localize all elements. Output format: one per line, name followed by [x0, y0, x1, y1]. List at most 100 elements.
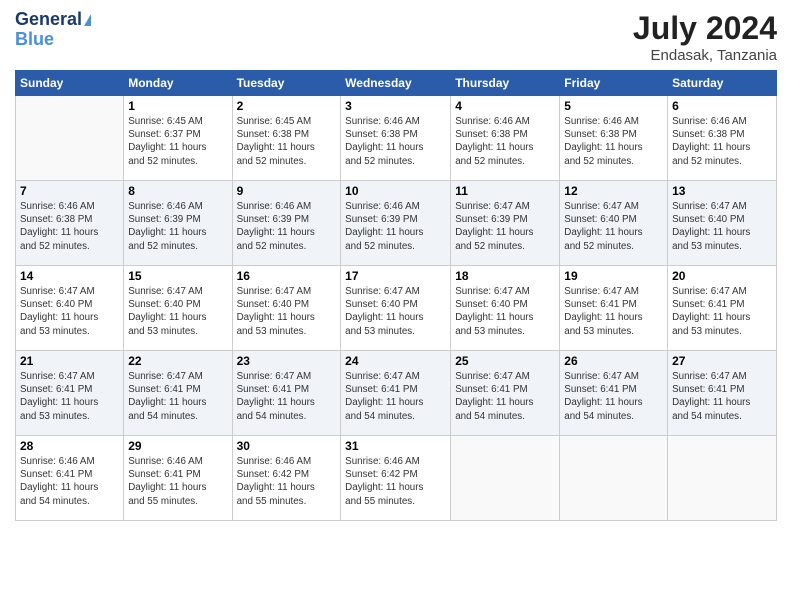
- calendar-cell: 21Sunrise: 6:47 AMSunset: 6:41 PMDayligh…: [16, 351, 124, 436]
- day-info: Sunrise: 6:47 AMSunset: 6:41 PMDaylight:…: [128, 370, 227, 423]
- page-header: General Blue July 2024 Endasak, Tanzania: [15, 10, 777, 64]
- day-info: Sunrise: 6:47 AMSunset: 6:41 PMDaylight:…: [345, 370, 446, 423]
- logo-text-general: General: [15, 10, 82, 30]
- calendar-cell: 31Sunrise: 6:46 AMSunset: 6:42 PMDayligh…: [341, 436, 451, 521]
- calendar-cell: 20 Sunrise: 6:47 AMSunset: 6:41 PMDayligh…: [668, 266, 777, 351]
- day-number: 16: [237, 269, 337, 283]
- calendar-cell: 27 Sunrise: 6:47 AMSunset: 6:41 PMDayligh…: [668, 351, 777, 436]
- day-number: 28: [20, 439, 119, 453]
- day-number: 3: [345, 99, 446, 113]
- calendar-cell: [560, 436, 668, 521]
- calendar-cell: [451, 436, 560, 521]
- calendar-title: July 2024: [633, 10, 777, 47]
- day-number: 18: [455, 269, 555, 283]
- weekday-header-saturday: Saturday: [668, 71, 777, 96]
- day-info: Sunrise: 6:46 AMSunset: 6:39 PMDaylight:…: [128, 200, 227, 253]
- calendar-cell: 3Sunrise: 6:46 AMSunset: 6:38 PMDaylight…: [341, 96, 451, 181]
- day-info: Sunrise: 6:47 AMSunset: 6:41 PMDaylight:…: [564, 285, 663, 338]
- day-number: 10: [345, 184, 446, 198]
- day-info: Sunrise: 6:47 AMSunset: 6:40 PMDaylight:…: [345, 285, 446, 338]
- calendar-cell: 8 Sunrise: 6:46 AMSunset: 6:39 PMDaylight…: [124, 181, 232, 266]
- week-row-3: 14 Sunrise: 6:47 AMSunset: 6:40 PMDayligh…: [16, 266, 777, 351]
- week-row-2: 7Sunrise: 6:46 AMSunset: 6:38 PMDaylight…: [16, 181, 777, 266]
- calendar-cell: 24 Sunrise: 6:47 AMSunset: 6:41 PMDayligh…: [341, 351, 451, 436]
- title-block: July 2024 Endasak, Tanzania: [633, 10, 777, 64]
- day-number: 1: [128, 99, 227, 113]
- day-info: Sunrise: 6:47 AMSunset: 6:40 PMDaylight:…: [672, 200, 772, 253]
- weekday-header-thursday: Thursday: [451, 71, 560, 96]
- day-info: Sunrise: 6:47 AMSunset: 6:40 PMDaylight:…: [128, 285, 227, 338]
- day-info: Sunrise: 6:46 AMSunset: 6:41 PMDaylight:…: [128, 455, 227, 508]
- day-number: 30: [237, 439, 337, 453]
- day-info: Sunrise: 6:46 AMSunset: 6:38 PMDaylight:…: [455, 115, 555, 168]
- weekday-header-friday: Friday: [560, 71, 668, 96]
- calendar-cell: 26Sunrise: 6:47 AMSunset: 6:41 PMDayligh…: [560, 351, 668, 436]
- day-info: Sunrise: 6:47 AMSunset: 6:41 PMDaylight:…: [237, 370, 337, 423]
- logo-triangle-icon: [84, 14, 91, 26]
- day-info: Sunrise: 6:46 AMSunset: 6:39 PMDaylight:…: [345, 200, 446, 253]
- calendar-cell: 23Sunrise: 6:47 AMSunset: 6:41 PMDayligh…: [232, 351, 341, 436]
- day-number: 6: [672, 99, 772, 113]
- day-info: Sunrise: 6:45 AMSunset: 6:37 PMDaylight:…: [128, 115, 227, 168]
- day-number: 9: [237, 184, 337, 198]
- day-number: 20: [672, 269, 772, 283]
- day-info: Sunrise: 6:47 AMSunset: 6:40 PMDaylight:…: [20, 285, 119, 338]
- calendar-table: SundayMondayTuesdayWednesdayThursdayFrid…: [15, 70, 777, 521]
- logo: General Blue: [15, 10, 91, 50]
- day-number: 11: [455, 184, 555, 198]
- calendar-cell: 25Sunrise: 6:47 AMSunset: 6:41 PMDayligh…: [451, 351, 560, 436]
- calendar-cell: 2 Sunrise: 6:45 AMSunset: 6:38 PMDaylight…: [232, 96, 341, 181]
- calendar-cell: 17 Sunrise: 6:47 AMSunset: 6:40 PMDayligh…: [341, 266, 451, 351]
- day-info: Sunrise: 6:45 AMSunset: 6:38 PMDaylight:…: [237, 115, 337, 168]
- day-info: Sunrise: 6:47 AMSunset: 6:41 PMDaylight:…: [672, 285, 772, 338]
- day-number: 8: [128, 184, 227, 198]
- day-info: Sunrise: 6:47 AMSunset: 6:41 PMDaylight:…: [672, 370, 772, 423]
- day-info: Sunrise: 6:46 AMSunset: 6:38 PMDaylight:…: [564, 115, 663, 168]
- day-info: Sunrise: 6:47 AMSunset: 6:40 PMDaylight:…: [455, 285, 555, 338]
- day-info: Sunrise: 6:46 AMSunset: 6:39 PMDaylight:…: [237, 200, 337, 253]
- week-row-5: 28 Sunrise: 6:46 AMSunset: 6:41 PMDayligh…: [16, 436, 777, 521]
- day-number: 7: [20, 184, 119, 198]
- day-number: 2: [237, 99, 337, 113]
- calendar-cell: 9 Sunrise: 6:46 AMSunset: 6:39 PMDaylight…: [232, 181, 341, 266]
- calendar-cell: 11Sunrise: 6:47 AMSunset: 6:39 PMDayligh…: [451, 181, 560, 266]
- calendar-subtitle: Endasak, Tanzania: [633, 47, 777, 64]
- day-number: 27: [672, 354, 772, 368]
- day-info: Sunrise: 6:47 AMSunset: 6:40 PMDaylight:…: [237, 285, 337, 338]
- weekday-header-wednesday: Wednesday: [341, 71, 451, 96]
- day-info: Sunrise: 6:46 AMSunset: 6:42 PMDaylight:…: [237, 455, 337, 508]
- calendar-cell: 7Sunrise: 6:46 AMSunset: 6:38 PMDaylight…: [16, 181, 124, 266]
- calendar-cell: 22Sunrise: 6:47 AMSunset: 6:41 PMDayligh…: [124, 351, 232, 436]
- week-row-1: 1 Sunrise: 6:45 AMSunset: 6:37 PMDaylight…: [16, 96, 777, 181]
- calendar-cell: 5 Sunrise: 6:46 AMSunset: 6:38 PMDaylight…: [560, 96, 668, 181]
- weekday-header-row: SundayMondayTuesdayWednesdayThursdayFrid…: [16, 71, 777, 96]
- day-number: 5: [564, 99, 663, 113]
- calendar-cell: 14 Sunrise: 6:47 AMSunset: 6:40 PMDayligh…: [16, 266, 124, 351]
- calendar-cell: [16, 96, 124, 181]
- day-number: 15: [128, 269, 227, 283]
- day-number: 14: [20, 269, 119, 283]
- day-info: Sunrise: 6:47 AMSunset: 6:40 PMDaylight:…: [564, 200, 663, 253]
- day-number: 12: [564, 184, 663, 198]
- calendar-page: General Blue July 2024 Endasak, Tanzania…: [0, 0, 792, 612]
- day-number: 13: [672, 184, 772, 198]
- calendar-cell: 29Sunrise: 6:46 AMSunset: 6:41 PMDayligh…: [124, 436, 232, 521]
- calendar-cell: 28Sunrise: 6:46 AMSunset: 6:41 PMDayligh…: [16, 436, 124, 521]
- day-number: 21: [20, 354, 119, 368]
- weekday-header-monday: Monday: [124, 71, 232, 96]
- weekday-header-tuesday: Tuesday: [232, 71, 341, 96]
- calendar-cell: 18 Sunrise: 6:47 AMSunset: 6:40 PMDayligh…: [451, 266, 560, 351]
- calendar-cell: 30 Sunrise: 6:46 AMSunset: 6:42 PMDayligh…: [232, 436, 341, 521]
- calendar-cell: 13 Sunrise: 6:47 AMSunset: 6:40 PMDayligh…: [668, 181, 777, 266]
- day-number: 17: [345, 269, 446, 283]
- calendar-cell: 16 Sunrise: 6:47 AMSunset: 6:40 PMDayligh…: [232, 266, 341, 351]
- day-info: Sunrise: 6:46 AMSunset: 6:38 PMDaylight:…: [672, 115, 772, 168]
- day-number: 31: [345, 439, 446, 453]
- day-number: 19: [564, 269, 663, 283]
- day-info: Sunrise: 6:47 AMSunset: 6:41 PMDaylight:…: [455, 370, 555, 423]
- calendar-cell: 10 Sunrise: 6:46 AMSunset: 6:39 PMDayligh…: [341, 181, 451, 266]
- day-number: 24: [345, 354, 446, 368]
- calendar-cell: 6 Sunrise: 6:46 AMSunset: 6:38 PMDaylight…: [668, 96, 777, 181]
- day-number: 4: [455, 99, 555, 113]
- calendar-cell: 15 Sunrise: 6:47 AMSunset: 6:40 PMDayligh…: [124, 266, 232, 351]
